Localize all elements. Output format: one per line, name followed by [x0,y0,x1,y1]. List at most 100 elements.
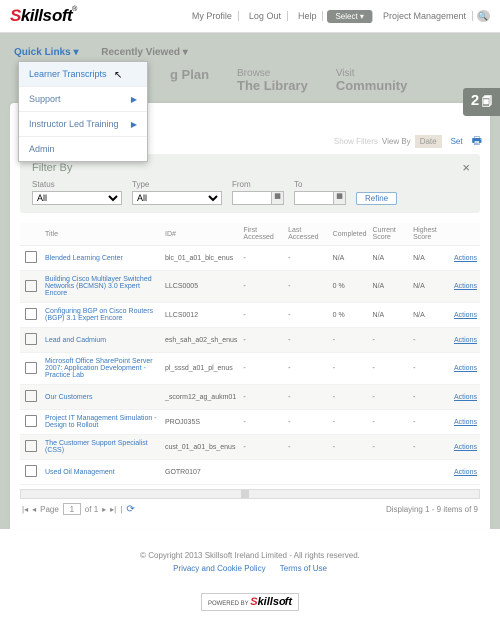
row-title[interactable]: Lead and Cadmium [42,328,162,353]
my-profile-link[interactable]: My Profile [186,11,239,21]
row-title[interactable]: The Customer Support Specialist (CSS) [42,435,162,460]
row-first-accessed: - [240,303,285,328]
nav-community[interactable]: Visit Community [336,68,408,93]
help-link[interactable]: Help [292,11,324,21]
select-dropdown[interactable]: Select ▾ [327,10,372,23]
pager-separator: | [120,505,122,514]
refine-button[interactable]: Refine [356,192,397,205]
col-highest[interactable]: Highest Score [410,223,451,246]
horizontal-scrollbar[interactable] [20,489,480,499]
row-id: cust_01_a01_bs_enus [162,435,240,460]
view-controls: Show Filters View By Date Set 🖶 [334,132,482,151]
log-out-link[interactable]: Log Out [243,11,288,21]
print-icon[interactable]: 🖶 [472,132,482,151]
footer-privacy-link[interactable]: Privacy and Cookie Policy [173,564,265,573]
row-current-score: - [370,328,411,353]
pager-page-input[interactable]: 1 [63,503,81,515]
table-row: Configuring BGP on Cisco Routers (BGP) 3… [20,303,480,328]
notification-badge[interactable]: 2 🗐 [463,88,500,116]
row-current-score: N/A [370,271,411,303]
filter-from-input[interactable]: ▦ [232,191,284,205]
row-id: _scorm12_ag_aukm01 [162,385,240,410]
dropdown-item-support[interactable]: Support ▶ [19,86,147,111]
row-type-icon [20,303,42,328]
row-title[interactable]: Our Customers [42,385,162,410]
row-current-score: N/A [370,246,411,271]
col-id[interactable]: ID# [162,223,240,246]
project-management-link[interactable]: Project Management [377,11,473,21]
footer-terms-link[interactable]: Terms of Use [280,564,327,573]
col-last[interactable]: Last Accessed [285,223,330,246]
row-first-accessed: - [240,271,285,303]
row-first-accessed: - [240,410,285,435]
row-completed: 0 % [330,271,370,303]
row-actions[interactable]: Actions [451,328,480,353]
row-id: GOTR0107 [162,460,240,485]
row-last-accessed: - [285,385,330,410]
chevron-right-icon: ▶ [131,120,137,129]
row-highest-score: - [410,328,451,353]
row-title[interactable]: Configuring BGP on Cisco Routers (BGP) 3… [42,303,162,328]
row-id: blc_01_a01_blc_enus [162,246,240,271]
filter-to-input[interactable]: ▦ [294,191,346,205]
pager-display-text: Displaying 1 - 9 items of 9 [386,505,478,514]
row-completed: - [330,385,370,410]
pager-first-icon[interactable]: |◂ [22,505,28,514]
pager-prev-icon[interactable]: ◂ [32,505,36,514]
nav-learning-plan[interactable]: g Plan [170,68,209,93]
show-filters-link[interactable]: Show Filters [334,137,378,146]
quick-links-menu[interactable]: Quick Links ▾ [14,47,78,58]
pager-page-label: Page [40,505,59,514]
row-title[interactable]: Microsoft Office SharePoint Server 2007:… [42,353,162,385]
filter-from-label: From [232,180,284,189]
row-title[interactable]: Project IT Management Simulation - Desig… [42,410,162,435]
row-highest-score: N/A [410,246,451,271]
dropdown-label: Admin [29,144,55,154]
row-actions[interactable]: Actions [451,246,480,271]
table-row: Project IT Management Simulation - Desig… [20,410,480,435]
row-title[interactable]: Blended Learning Center [42,246,162,271]
row-completed: - [330,328,370,353]
row-actions[interactable]: Actions [451,385,480,410]
search-icon[interactable]: 🔍 [477,10,490,22]
col-completed[interactable]: Completed [330,223,370,246]
row-completed: - [330,435,370,460]
row-actions[interactable]: Actions [451,271,480,303]
close-icon[interactable]: × [462,160,470,175]
nav-library[interactable]: Browse The Library [237,68,308,93]
row-completed: - [330,410,370,435]
col-first[interactable]: First Accessed [240,223,285,246]
row-actions[interactable]: Actions [451,460,480,485]
row-title[interactable]: Building Cisco Multilayer Switched Netwo… [42,271,162,303]
row-last-accessed: - [285,435,330,460]
pager-last-icon[interactable]: ▸| [110,505,116,514]
transcript-table: Title ID# First Accessed Last Accessed C… [20,223,480,485]
dropdown-item-admin[interactable]: Admin [19,136,147,161]
table-row: Lead and Cadmiumesh_sah_a02_sh_enus-----… [20,328,480,353]
row-actions[interactable]: Actions [451,410,480,435]
top-links: My Profile Log Out Help Select ▾ Project… [186,10,490,23]
pager-next-icon[interactable]: ▸ [102,505,106,514]
logo[interactable]: Skillsoft® [10,6,77,26]
row-actions[interactable]: Actions [451,353,480,385]
view-by-date-button[interactable]: Date [415,135,442,148]
dropdown-item-ilt[interactable]: Instructor Led Training ▶ [19,111,147,136]
calendar-icon[interactable]: ▦ [333,192,345,204]
dropdown-label: Instructor Led Training [29,119,119,129]
col-current[interactable]: Current Score [370,223,411,246]
dropdown-item-learner-transcripts[interactable]: Learner Transcripts ↖ [19,62,147,86]
row-first-accessed: - [240,435,285,460]
calendar-icon[interactable]: ▦ [271,192,283,204]
refresh-icon[interactable]: ⟳ [126,504,134,515]
row-current-score: - [370,410,411,435]
filter-type-select[interactable]: All [132,191,222,205]
row-actions[interactable]: Actions [451,435,480,460]
filter-status-select[interactable]: All [32,191,122,205]
row-first-accessed: - [240,353,285,385]
row-title[interactable]: Used Oil Management [42,460,162,485]
col-title[interactable]: Title [42,223,162,246]
view-by-set-button[interactable]: Set [446,135,468,148]
row-actions[interactable]: Actions [451,303,480,328]
recently-viewed-menu[interactable]: Recently Viewed ▾ [101,47,188,58]
row-id: LLCS0005 [162,271,240,303]
